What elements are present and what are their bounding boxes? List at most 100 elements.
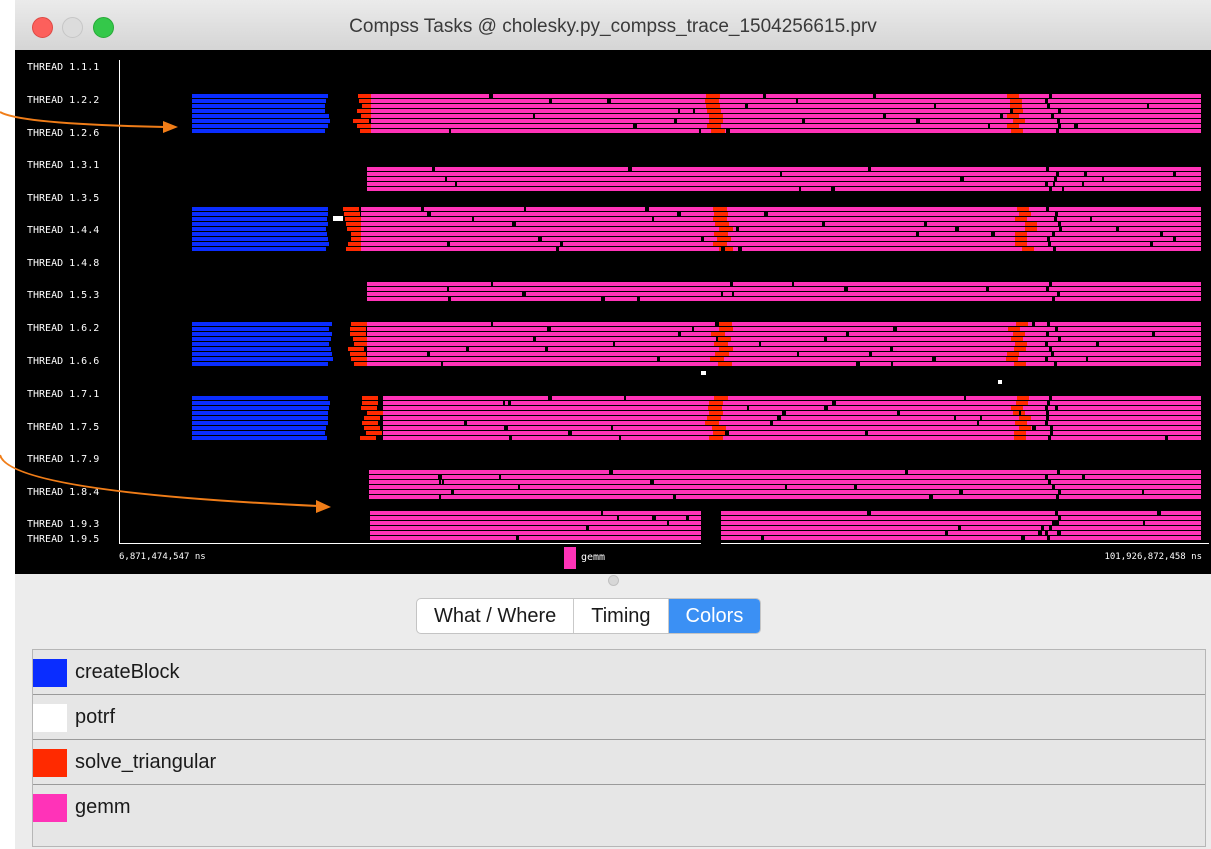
idle-gap [1049, 396, 1052, 400]
gemm-task [367, 342, 1201, 346]
idle-gap [964, 396, 966, 400]
idle-gap [1058, 490, 1061, 494]
createblock-task [192, 327, 329, 331]
idle-gap [1057, 119, 1060, 123]
solve-triangular-task [1014, 431, 1026, 435]
idle-gap [1074, 124, 1078, 128]
createblock-task [192, 94, 328, 98]
idle-gap [613, 342, 615, 346]
idle-gap [472, 217, 474, 221]
solve-triangular-task [1015, 237, 1027, 241]
gemm-task [383, 416, 1201, 420]
gemm-task [383, 421, 1201, 425]
gemm-task [367, 187, 1201, 191]
idle-gap [1041, 526, 1044, 530]
list-item[interactable]: solve_triangular [33, 740, 1205, 785]
idle-gap [1057, 470, 1060, 474]
idle-gap [796, 99, 798, 103]
list-item[interactable]: potrf [33, 695, 1205, 740]
idle-gap [986, 287, 989, 291]
idle-gap [759, 342, 761, 346]
idle-gap [1147, 104, 1149, 108]
idle-gap [451, 490, 454, 494]
solve-triangular-task [1013, 119, 1025, 123]
idle-gap [560, 242, 563, 246]
idle-gap [533, 114, 535, 118]
potrf-task [701, 371, 706, 375]
idle-gap [726, 129, 730, 133]
solve-triangular-task [705, 99, 719, 103]
createblock-task [192, 109, 325, 113]
solve-triangular-task [1011, 406, 1023, 410]
solve-triangular-task [353, 119, 369, 123]
solve-triangular-task [709, 114, 723, 118]
gemm-task [367, 357, 1201, 361]
idle-gap [1052, 521, 1056, 525]
idle-gap [466, 347, 469, 351]
title-bar: Compss Tasks @ cholesky.py_compss_trace_… [15, 0, 1211, 51]
solve-triangular-task [707, 416, 721, 420]
idle-gap [736, 227, 739, 231]
time-axis-line [119, 60, 120, 544]
trace-canvas[interactable] [15, 50, 1211, 574]
solve-triangular-task [347, 227, 363, 231]
gemm-task [370, 516, 1201, 520]
solve-triangular-task [709, 119, 723, 123]
idle-gap [1055, 406, 1058, 410]
createblock-task [192, 129, 325, 133]
gemm-task [369, 480, 1201, 484]
tab-colors[interactable]: Colors [668, 599, 761, 633]
gemm-task [361, 212, 1201, 216]
idle-gap [1090, 217, 1092, 221]
idle-gap [686, 516, 689, 520]
gemm-task [367, 352, 1201, 356]
idle-gap [725, 431, 729, 435]
idle-gap [504, 426, 508, 430]
gemm-task [371, 94, 1201, 98]
idle-gap [1173, 237, 1176, 241]
solve-triangular-task [714, 342, 728, 346]
idle-gap [652, 217, 654, 221]
idle-gap [667, 521, 669, 525]
colors-list: createBlock potrf solve_triangular gemm [32, 649, 1206, 847]
color-name: gemm [75, 796, 131, 818]
idle-gap [601, 297, 605, 301]
gemm-task [369, 490, 1201, 494]
solve-triangular-task [344, 212, 360, 216]
list-item[interactable]: gemm [33, 785, 1205, 830]
idle-gap [1021, 536, 1025, 540]
gemm-task [369, 495, 1201, 499]
gemm-task [383, 431, 1201, 435]
solve-triangular-task [1015, 242, 1027, 246]
solve-triangular-task [1019, 416, 1031, 420]
idle-gap [645, 207, 649, 211]
idle-gap [1049, 347, 1052, 351]
trace-timeline[interactable]: THREAD 1.1.1 THREAD 1.2.2 THREAD 1.2.6 THRE… [15, 50, 1211, 574]
solve-triangular-task [713, 207, 727, 211]
idle-gap [1086, 357, 1088, 361]
idle-gap [491, 322, 493, 326]
solve-triangular-task [713, 431, 727, 435]
solve-triangular-task [1015, 421, 1027, 425]
gemm-task [367, 292, 1201, 296]
idle-gap [438, 475, 442, 479]
idle-gap [1045, 182, 1048, 186]
splitter-handle[interactable] [608, 575, 619, 586]
list-item[interactable]: createBlock [33, 650, 1205, 695]
gemm-task [371, 99, 1201, 103]
solve-triangular-task [708, 406, 722, 410]
idle-gap [1052, 297, 1055, 301]
idle-gap [1057, 531, 1061, 535]
solve-triangular-task [707, 109, 721, 113]
solve-triangular-task [711, 129, 725, 133]
idle-gap [692, 327, 694, 331]
gemm-task [367, 167, 1201, 171]
idle-gap [958, 526, 961, 530]
idle-gap [792, 282, 794, 286]
tab-timing[interactable]: Timing [574, 599, 669, 633]
idle-gap [799, 187, 801, 191]
tab-what-where[interactable]: What / Where [417, 599, 575, 633]
idle-gap [777, 416, 781, 420]
createblock-task [192, 357, 333, 361]
idle-gap [1045, 406, 1048, 410]
